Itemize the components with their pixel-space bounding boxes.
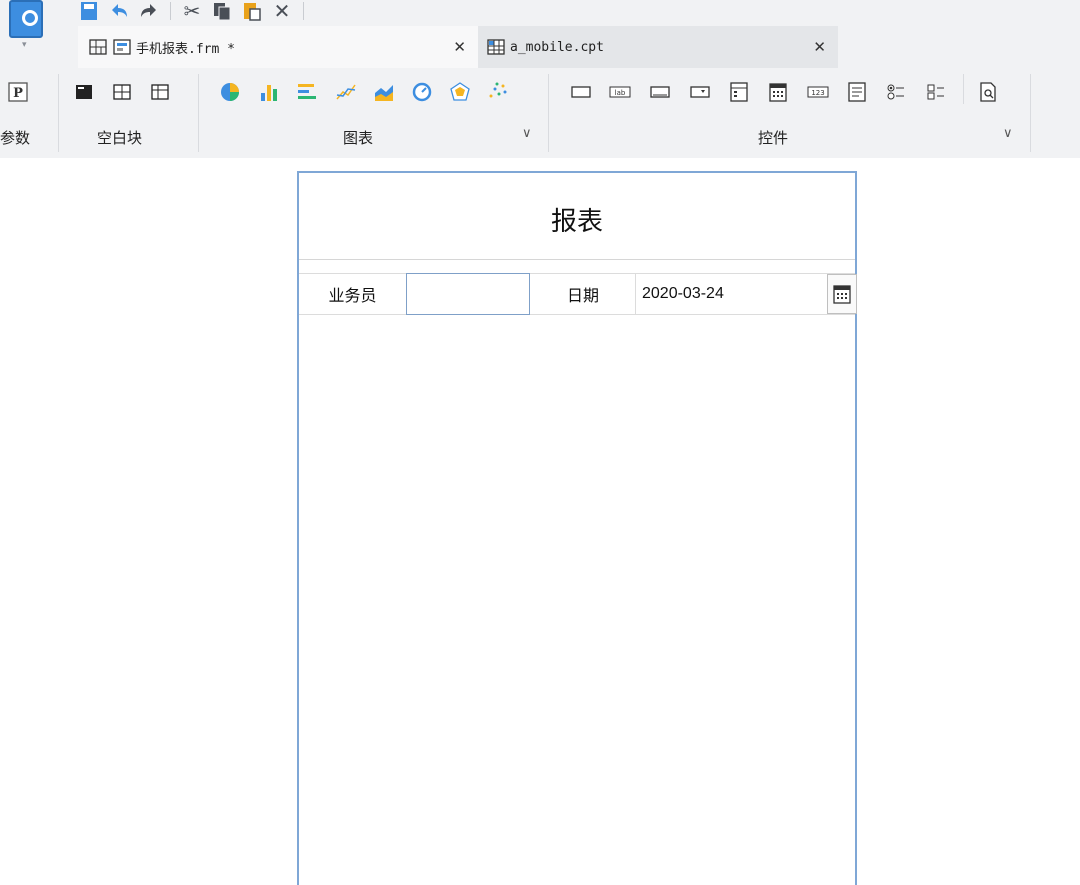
bar-chart-icon[interactable] xyxy=(257,80,281,104)
parameter-icon[interactable]: P xyxy=(6,80,30,104)
title-divider xyxy=(299,259,855,260)
parameter-row: 业务员 日期 2020-03-24 xyxy=(299,273,857,315)
tab-a-mobile[interactable]: a_mobile.cpt ✕ xyxy=(478,26,838,68)
number-widget-icon[interactable]: 123 xyxy=(806,80,830,104)
report-canvas[interactable]: 报表 业务员 日期 2020-03-24 xyxy=(297,171,857,885)
tab-label: a_mobile.cpt xyxy=(510,39,604,55)
chart-group: 图表 ∨ xyxy=(200,72,548,158)
area-chart-icon[interactable] xyxy=(372,80,396,104)
document-tabs: 手机报表.frm * ✕ a_mobile.cpt ✕ xyxy=(78,26,838,68)
combobox-widget-icon[interactable] xyxy=(688,80,712,104)
paste-icon[interactable] xyxy=(241,0,263,22)
ribbon: P 参数 空白块 图表 ∨ lab 123 控件 ∨ xyxy=(0,72,1080,158)
button-widget-icon[interactable] xyxy=(569,80,593,104)
chevron-down-icon[interactable]: ▾ xyxy=(22,40,27,50)
report-file-icon xyxy=(486,37,506,57)
calendar-icon xyxy=(833,285,851,304)
date-widget-icon[interactable] xyxy=(766,80,790,104)
preview-icon xyxy=(9,0,43,38)
group-divider xyxy=(963,74,964,104)
form-file-icon xyxy=(112,37,132,57)
text-field-widget-icon[interactable] xyxy=(648,80,672,104)
date-label: 日期 xyxy=(566,286,599,305)
textarea-widget-icon[interactable] xyxy=(845,80,869,104)
params-label: 参数 xyxy=(0,129,31,147)
tab-label: 手机报表.frm * xyxy=(136,41,235,57)
horizontal-bar-icon[interactable] xyxy=(295,80,319,104)
grid-icon xyxy=(88,37,108,57)
blank-block-label: 空白块 xyxy=(97,129,143,147)
params-group: P 参数 xyxy=(0,72,58,158)
group-divider xyxy=(198,74,199,152)
toolbar-divider xyxy=(170,2,171,20)
tab-block-icon[interactable] xyxy=(148,80,172,104)
toolbar-divider xyxy=(303,2,304,20)
radar-chart-icon[interactable] xyxy=(448,80,472,104)
svg-text:P: P xyxy=(13,86,23,101)
calendar-button[interactable] xyxy=(827,274,857,314)
group-divider xyxy=(58,74,59,152)
pie-chart-icon[interactable] xyxy=(218,80,242,104)
cell-divider xyxy=(635,274,636,314)
group-divider xyxy=(1030,74,1031,152)
group-divider xyxy=(548,74,549,152)
report-title[interactable]: 报表 xyxy=(299,201,855,238)
date-input[interactable]: 2020-03-24 xyxy=(642,274,822,314)
svg-text:lab: lab xyxy=(615,89,626,97)
line-chart-icon[interactable] xyxy=(334,80,358,104)
checkbox-group-widget-icon[interactable] xyxy=(924,80,948,104)
close-icon[interactable]: ✕ xyxy=(813,38,826,56)
chart-label: 图表 xyxy=(343,129,374,147)
undo-icon[interactable] xyxy=(108,0,130,22)
controls-label: 控件 xyxy=(758,129,789,147)
svg-text:123: 123 xyxy=(811,89,824,97)
search-widget-icon[interactable] xyxy=(976,80,1000,104)
tab-mobile-report[interactable]: 手机报表.frm * ✕ xyxy=(78,26,478,68)
cut-icon[interactable]: ✂ xyxy=(181,0,203,22)
preview-button[interactable]: ▾ xyxy=(6,0,46,50)
top-toolbar: ▾ ✂ ✕ 手机报表.frm * ✕ a_mobile.cpt ✕ P 参数 空… xyxy=(0,0,1080,158)
chevron-down-icon[interactable]: ∨ xyxy=(1003,126,1013,141)
salesman-input[interactable] xyxy=(406,273,530,315)
title-block-icon[interactable] xyxy=(72,80,96,104)
blank-block-group: 空白块 xyxy=(60,72,198,158)
chevron-down-icon[interactable]: ∨ xyxy=(522,126,532,141)
label-widget-icon[interactable]: lab xyxy=(608,80,632,104)
gauge-chart-icon[interactable] xyxy=(410,80,434,104)
delete-icon[interactable]: ✕ xyxy=(271,0,293,22)
radio-group-widget-icon[interactable] xyxy=(884,80,908,104)
quick-access-bar: ✂ ✕ xyxy=(78,0,314,22)
save-icon[interactable] xyxy=(78,0,100,22)
controls-group: lab 123 控件 ∨ xyxy=(550,72,1030,158)
dropdown-tree-widget-icon[interactable] xyxy=(727,80,751,104)
absolute-block-icon[interactable] xyxy=(110,80,134,104)
salesman-label: 业务员 xyxy=(328,286,377,305)
scatter-chart-icon[interactable] xyxy=(486,80,510,104)
redo-icon[interactable] xyxy=(138,0,160,22)
copy-icon[interactable] xyxy=(211,0,233,22)
close-icon[interactable]: ✕ xyxy=(453,38,466,56)
